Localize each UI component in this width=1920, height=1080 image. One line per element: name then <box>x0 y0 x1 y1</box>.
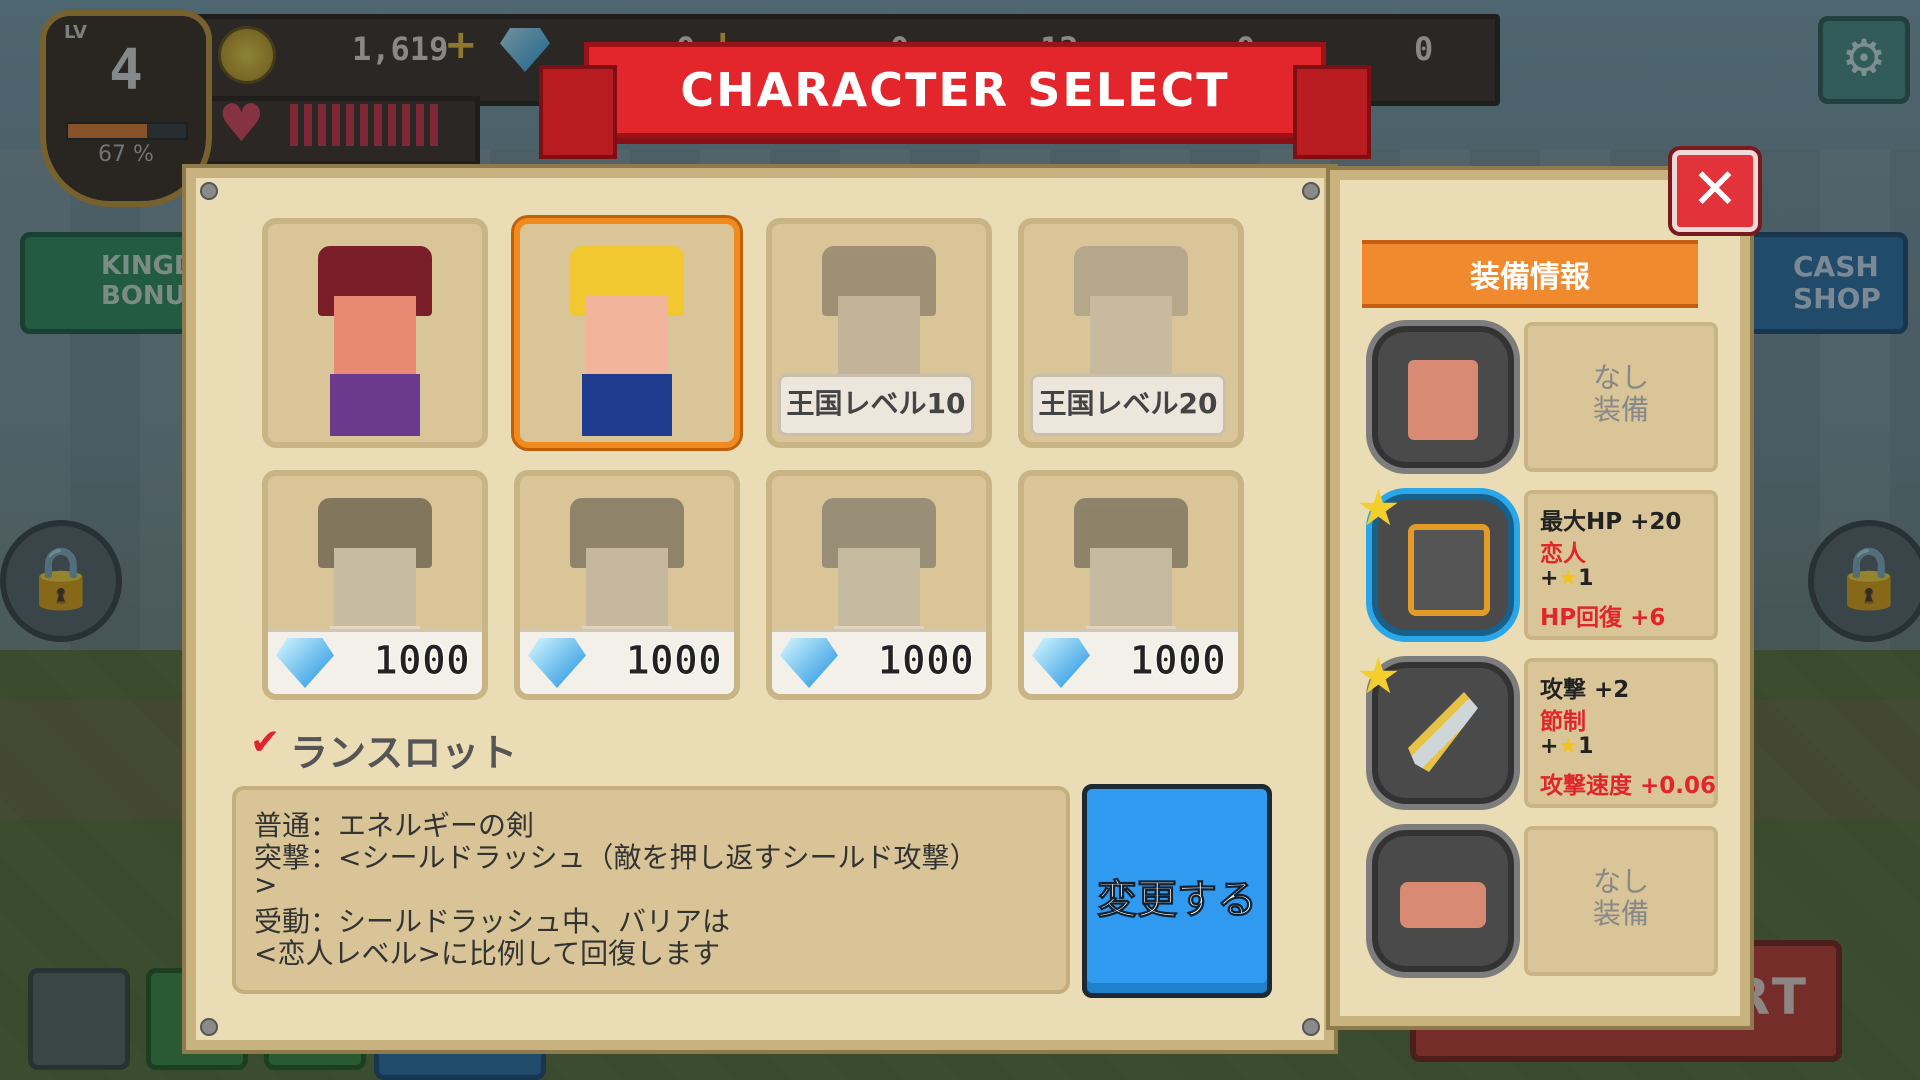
close-icon[interactable]: ✕ <box>1668 146 1762 236</box>
equip-slot-weapon-info: 攻撃 +2 節制 +★1 攻撃速度 +0.06 <box>1524 658 1718 808</box>
page-title: CHARACTER SELECT <box>680 63 1230 117</box>
character-slot[interactable]: 王国レベル20 <box>1018 218 1244 448</box>
title-banner: CHARACTER SELECT <box>539 42 1371 159</box>
character-slot[interactable]: 1000 <box>1018 470 1244 700</box>
portrait-face <box>334 548 416 626</box>
armor-tag: 恋人 <box>1540 541 1586 567</box>
description-line: <恋人レベル>に比例して回復します <box>254 937 721 970</box>
character-slot[interactable]: 王国レベル10 <box>766 218 992 448</box>
character-slot[interactable]: 1000 <box>514 470 740 700</box>
equipment-title: 装備情報 <box>1470 260 1590 295</box>
equip-slot-head-info: なし 装備 <box>1524 322 1718 472</box>
price-value: 1000 <box>625 638 722 685</box>
price-tag: 1000 <box>772 629 986 694</box>
armor-star-level: +★1 <box>1540 566 1593 591</box>
head-slot-icon[interactable] <box>1366 320 1520 474</box>
upgrade-star-icon: ★ <box>1356 479 1401 537</box>
portrait-body <box>582 374 672 436</box>
star-level-value: 1 <box>1578 734 1594 759</box>
star-prefix: + <box>1540 566 1559 591</box>
portrait-body <box>330 374 420 436</box>
selected-character-name: ランスロット <box>290 731 518 775</box>
equip-slot-armor-info: 最大HP +20 恋人 +★1 HP回復 +6 <box>1524 490 1718 640</box>
portrait-face <box>838 548 920 626</box>
character-portrait <box>564 246 690 436</box>
price-tag: 1000 <box>520 629 734 694</box>
character-portrait <box>312 246 438 436</box>
portrait-face <box>1090 296 1172 374</box>
price-value: 1000 <box>877 638 974 685</box>
description-line: > <box>254 868 278 901</box>
portrait-face <box>586 548 668 626</box>
weapon-tag: 節制 <box>1540 709 1586 735</box>
armor-stat: 最大HP +20 <box>1540 509 1682 535</box>
portrait-face <box>334 296 416 374</box>
character-slot[interactable] <box>262 218 488 448</box>
character-slot[interactable] <box>514 218 740 448</box>
portrait-face <box>1090 548 1172 626</box>
upgrade-star-icon: ★ <box>1356 647 1401 705</box>
foot-shape <box>1400 882 1486 928</box>
gem-icon <box>780 638 838 688</box>
price-value: 1000 <box>373 638 470 685</box>
character-slot[interactable]: 1000 <box>766 470 992 700</box>
unlock-requirement-label: 王国レベル10 <box>778 374 974 436</box>
star-level-value: 1 <box>1578 566 1594 591</box>
weapon-bonus: 攻撃速度 +0.06 <box>1540 773 1717 799</box>
character-description: 普通：エネルギーの剣 突撃：<シールドラッシュ（敵を押し返すシールド攻撃） > … <box>232 786 1070 994</box>
head-shape <box>1408 360 1478 440</box>
star-prefix: + <box>1540 734 1559 759</box>
equipment-title-banner: 装備情報 <box>1362 240 1698 308</box>
panel-rivet <box>200 182 218 200</box>
panel-rivet <box>1302 1018 1320 1036</box>
change-button-label: 変更する <box>1097 877 1258 924</box>
sword-shape <box>1408 692 1478 772</box>
star-icon: ★ <box>1558 566 1579 591</box>
star-icon: ★ <box>1558 734 1579 759</box>
panel-rivet <box>1302 182 1320 200</box>
weapon-stat: 攻撃 +2 <box>1540 677 1630 703</box>
equip-slot-foot-info: なし 装備 <box>1524 826 1718 976</box>
character-slot[interactable]: 1000 <box>262 470 488 700</box>
armor-shape <box>1408 524 1490 616</box>
gem-icon <box>1032 638 1090 688</box>
foot-slot-icon[interactable] <box>1366 824 1520 978</box>
unlock-requirement-label: 王国レベル20 <box>1030 374 1226 436</box>
armor-bonus: HP回復 +6 <box>1540 605 1666 631</box>
price-tag: 1000 <box>268 629 482 694</box>
description-line: 突撃：<シールドラッシュ（敵を押し返すシールド攻撃） <box>254 841 978 874</box>
gem-icon <box>276 638 334 688</box>
empty-slot-label: なし 装備 <box>1592 361 1649 426</box>
portrait-face <box>838 296 920 374</box>
change-character-button[interactable]: 変更する <box>1082 784 1272 998</box>
empty-slot-label: なし 装備 <box>1592 865 1649 930</box>
price-value: 1000 <box>1129 638 1226 685</box>
gem-icon <box>528 638 586 688</box>
selected-check-icon: ✔ <box>250 722 281 763</box>
panel-rivet <box>200 1018 218 1036</box>
price-tag: 1000 <box>1024 629 1238 694</box>
weapon-star-level: +★1 <box>1540 734 1593 759</box>
portrait-face <box>586 296 668 374</box>
